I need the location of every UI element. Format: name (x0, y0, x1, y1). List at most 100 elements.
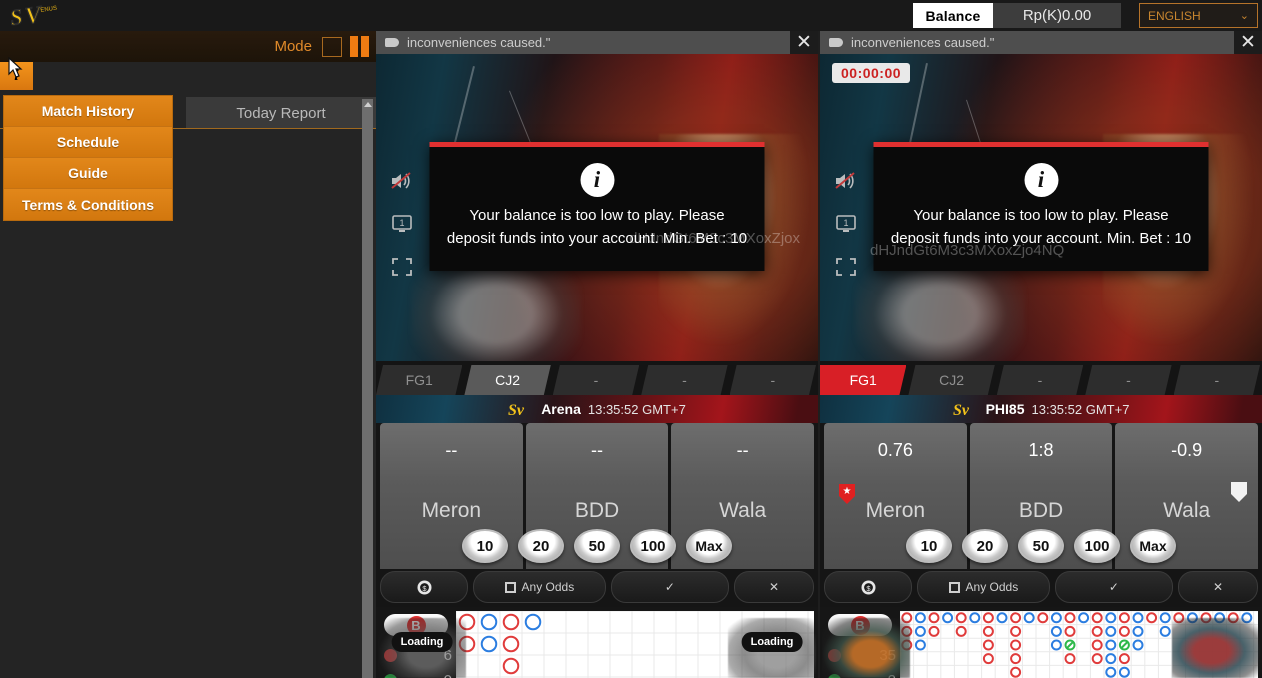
low-balance-dialog-right: i Your balance is too low to play. Pleas… (873, 142, 1209, 271)
language-label: ENGLISH (1148, 8, 1201, 23)
arena-tab-3[interactable]: - (997, 365, 1083, 395)
bet-meron-label: Meron (421, 499, 482, 522)
game-panel-left: inconveniences caused." ✕ 1 dHJndGt6M3c3… (376, 31, 818, 678)
svg-text:ENUS: ENUS (40, 6, 57, 14)
wala-rooster-left: Loading (728, 618, 816, 678)
arena-tab-5[interactable]: - (1174, 365, 1260, 395)
bet-wala-odds: -0.9 (1171, 440, 1203, 460)
balance-button[interactable]: Balance (913, 3, 993, 28)
marquee-close-button[interactable]: ✕ (790, 31, 818, 54)
arena-name: PHI85 (985, 401, 1025, 417)
marquee-text: inconveniences caused." (407, 35, 551, 50)
tab-today-report[interactable]: Today Report (186, 97, 376, 129)
chip-100[interactable]: 100 (630, 529, 676, 563)
arena-tabs-left: FG1 CJ2 - - - (376, 361, 818, 395)
arena-time: 13:35:52 GMT+7 (1031, 401, 1130, 417)
bet-bdd-label: BDD (574, 499, 620, 522)
action-bar-right: $ Any Odds ✓ ✕ (820, 571, 1262, 603)
checkbox-icon (948, 581, 960, 593)
svg-text:1: 1 (399, 218, 404, 228)
arena-tab-3[interactable]: - (553, 365, 639, 395)
bet-settings-button[interactable]: $ (824, 571, 912, 603)
arena-tab-cj2[interactable]: CJ2 (908, 365, 994, 395)
meron-rooster-right (822, 618, 910, 678)
arena-tab-fg1[interactable]: FG1 (820, 365, 906, 395)
marquee-close-button[interactable]: ✕ (1234, 31, 1262, 54)
info-icon: i (1024, 163, 1058, 197)
chip-max[interactable]: Max (1130, 529, 1176, 563)
mode-single-toggle[interactable] (322, 36, 342, 57)
chip-100[interactable]: 100 (1074, 529, 1120, 563)
sv-small-logo-icon: Sv (508, 400, 534, 419)
fullscreen-icon[interactable] (389, 255, 415, 279)
balance-value[interactable]: Rp(K)0.00 (993, 3, 1121, 28)
svg-text:Sv: Sv (508, 402, 525, 418)
fullscreen-icon[interactable] (833, 255, 859, 279)
any-odds-button[interactable]: Any Odds (917, 571, 1050, 603)
menu-item-terms-conditions[interactable]: Terms & Conditions (4, 189, 172, 220)
arena-tab-4[interactable]: - (641, 365, 727, 395)
sv-logo[interactable]: S V ENUS (6, 0, 60, 30)
video-controls-left: 1 (389, 169, 415, 279)
bet-meron-odds: 0.76 (877, 440, 913, 460)
chip-max[interactable]: Max (686, 529, 732, 563)
meron-loading-badge: Loading (391, 632, 453, 652)
bet-bdd-label: BDD (1018, 499, 1064, 522)
chip-50[interactable]: 50 (574, 529, 620, 563)
mute-icon[interactable] (833, 169, 859, 193)
chip-10[interactable]: 10 (906, 529, 952, 563)
arena-name: Arena (541, 401, 581, 417)
menu-item-guide[interactable]: Guide (4, 158, 172, 189)
quality-screen-icon[interactable]: 1 (389, 212, 415, 236)
info-dropdown-menu: Match History Schedule Guide Terms & Con… (3, 95, 173, 221)
mode-dual-toggle[interactable] (350, 36, 369, 57)
cancel-bet-button[interactable]: ✕ (734, 571, 814, 603)
arena-info-bar-right: Sv PHI85 13:35:52 GMT+7 (820, 395, 1262, 423)
marquee-text: inconveniences caused." (851, 35, 995, 50)
sidebar-scrollbar[interactable] (362, 99, 373, 678)
meron-star-badge-icon: ★ (838, 483, 856, 505)
app-root: S V ENUS Balance Rp(K)0.00 ENGLISH ⌄ Mod… (0, 0, 1262, 678)
any-odds-label: Any Odds (965, 580, 1019, 594)
language-select[interactable]: ENGLISH ⌄ (1139, 3, 1258, 28)
top-bar: S V ENUS Balance Rp(K)0.00 ENGLISH ⌄ (0, 0, 1262, 31)
any-odds-button[interactable]: Any Odds (473, 571, 606, 603)
video-controls-right: 1 (833, 169, 859, 279)
video-stream-right[interactable]: 00:00:00 1 dHJndGt6M3c3MXoxZjo4NQ i Your… (820, 54, 1262, 361)
rooster-icon (822, 618, 910, 678)
menu-item-schedule[interactable]: Schedule (4, 127, 172, 158)
chip-50[interactable]: 50 (1018, 529, 1064, 563)
arena-tab-4[interactable]: - (1085, 365, 1171, 395)
cancel-bet-button[interactable]: ✕ (1178, 571, 1258, 603)
sv-small-logo-icon: Sv (953, 400, 979, 419)
game-panel-right: inconveniences caused." ✕ 00:00:00 1 dHJ… (820, 31, 1262, 678)
low-balance-dialog-left: i Your balance is too low to play. Pleas… (429, 142, 765, 271)
bet-settings-button[interactable]: $ (380, 571, 468, 603)
bet-bdd-odds: 1:8 (1028, 440, 1054, 460)
bet-wala-label: Wala (719, 499, 767, 522)
mode-bar-left-icon (350, 36, 358, 57)
info-tab-button[interactable]: i (0, 62, 33, 90)
chip-10[interactable]: 10 (462, 529, 508, 563)
wala-shield-badge-icon (1230, 481, 1248, 503)
arena-tab-5[interactable]: - (730, 365, 816, 395)
bet-bdd-odds: -- (591, 440, 603, 460)
arena-info-bar-left: Sv Arena 13:35:52 GMT+7 (376, 395, 818, 423)
svg-text:Sv: Sv (953, 402, 970, 418)
left-sidebar: Mode i Today Report Match History Schedu… (0, 31, 376, 678)
mute-icon[interactable] (389, 169, 415, 193)
svg-text:1: 1 (843, 218, 848, 228)
dialog-icon-wrap: i (446, 163, 749, 197)
chip-20[interactable]: 20 (962, 529, 1008, 563)
confirm-bet-button[interactable]: ✓ (610, 571, 729, 603)
menu-item-match-history[interactable]: Match History (4, 96, 172, 127)
quality-screen-icon[interactable]: 1 (833, 212, 859, 236)
arena-tab-fg1[interactable]: FG1 (376, 365, 462, 395)
chip-20[interactable]: 20 (518, 529, 564, 563)
video-stream-left[interactable]: 1 dHJndGt6M3c3MXoxZjox i Your balance is… (376, 54, 818, 361)
action-bar-left: $ Any Odds ✓ ✕ (376, 571, 818, 603)
confirm-bet-button[interactable]: ✓ (1054, 571, 1173, 603)
wala-loading-badge: Loading (741, 632, 803, 652)
arena-tab-cj2[interactable]: CJ2 (464, 365, 550, 395)
bet-meron-odds: -- (445, 440, 458, 460)
